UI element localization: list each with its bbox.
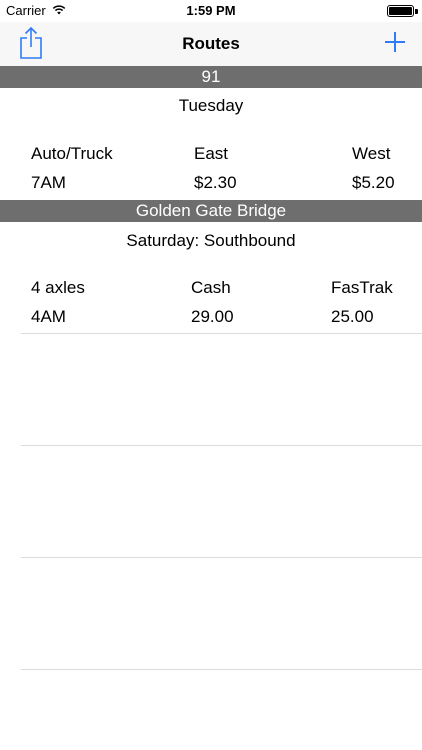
row-separator (21, 333, 422, 334)
column-header-vehicle: Auto/Truck (31, 144, 113, 163)
section-subtitle-day: Saturday: Southbound (126, 231, 296, 250)
column-header-direction-1: East (194, 144, 229, 163)
column-header-payment-2: FasTrak (331, 278, 393, 297)
column-header-vehicle: 4 axles (31, 278, 85, 297)
section-header-route: 91 (0, 66, 422, 88)
battery-tip (415, 9, 418, 14)
plus-icon[interactable] (384, 31, 406, 53)
row-time: 4AM (31, 307, 66, 326)
row-value-2: 25.00 (331, 307, 374, 326)
row-time: 7AM (31, 173, 66, 192)
page-title: Routes (182, 34, 240, 53)
section-header-route: Golden Gate Bridge (0, 200, 422, 222)
status-time: 1:59 PM (186, 3, 236, 18)
row-value-1: $2.30 (194, 173, 237, 192)
row-separator (21, 557, 422, 558)
battery-icon (387, 5, 414, 17)
row-value-1: 29.00 (191, 307, 234, 326)
column-header-direction-2: West (352, 144, 391, 163)
row-separator (21, 445, 422, 446)
status-bar: Carrier 1:59 PM (0, 0, 422, 22)
row-separator (21, 669, 422, 670)
navigation-bar: Routes (0, 22, 422, 66)
section-subtitle-day: Tuesday (178, 96, 244, 115)
column-header-payment-1: Cash (191, 278, 231, 297)
row-value-2: $5.20 (352, 173, 395, 192)
